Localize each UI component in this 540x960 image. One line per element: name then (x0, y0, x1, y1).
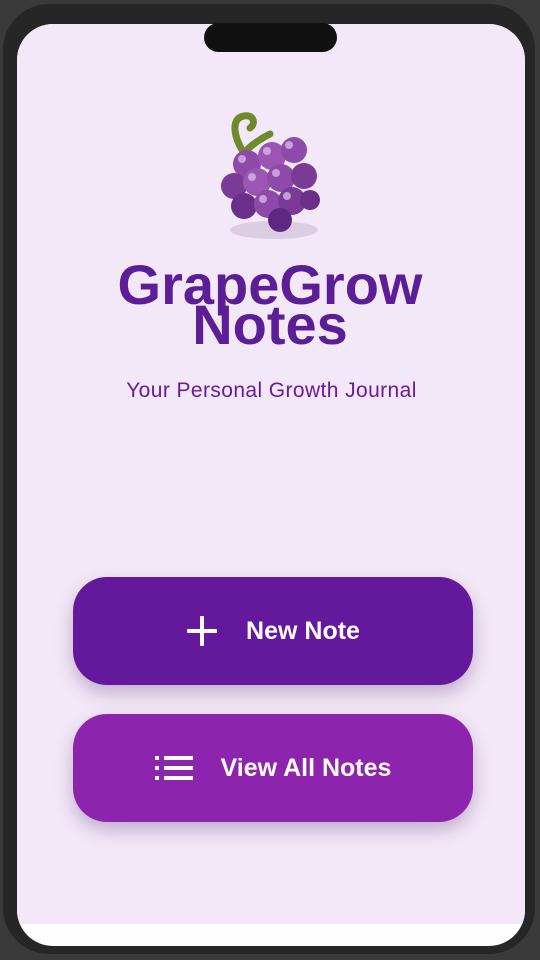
app-subtitle: Your Personal Growth Journal (126, 379, 417, 402)
new-note-button[interactable]: New Note (73, 577, 473, 685)
list-icon (154, 756, 193, 780)
camera-notch (204, 23, 337, 52)
view-all-notes-button[interactable]: View All Notes (73, 714, 473, 822)
new-note-label: New Note (246, 616, 360, 645)
plus-icon (186, 615, 218, 647)
grapes-icon (221, 112, 320, 239)
view-all-notes-label: View All Notes (220, 753, 392, 782)
app-title: GrapeGrow Notes (0, 256, 540, 357)
app-title-line-2: Notes (192, 293, 348, 357)
